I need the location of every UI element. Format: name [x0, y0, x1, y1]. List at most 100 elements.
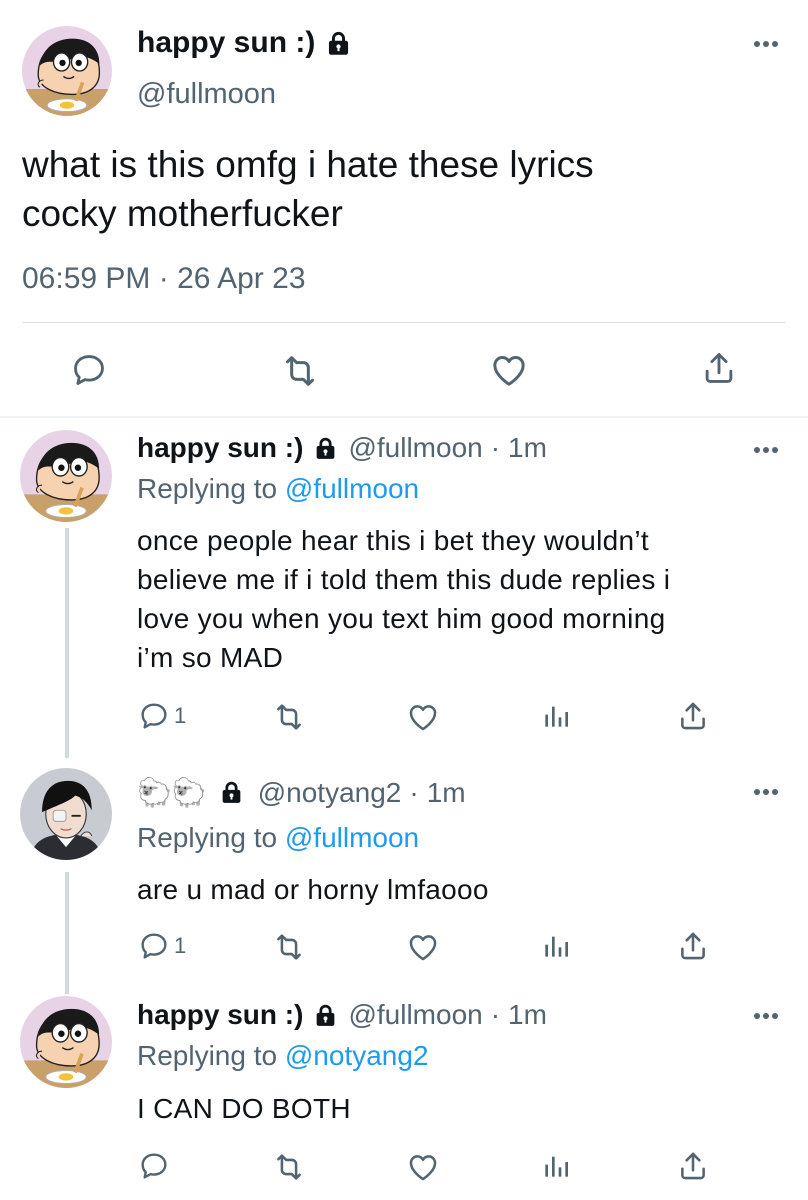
- share-icon: [676, 1149, 710, 1183]
- author-handle[interactable]: @fullmoon: [348, 999, 482, 1031]
- heart-icon: [406, 1150, 440, 1184]
- analytics-icon: [540, 700, 572, 732]
- avatar[interactable]: [20, 996, 112, 1088]
- reply-count: 1: [174, 703, 187, 728]
- retweet-icon: [280, 351, 320, 391]
- retweet-icon: [272, 1150, 306, 1184]
- reply-header: happy sun :) @fullmoon · 1m: [137, 432, 547, 464]
- replying-to: Replying to @fullmoon: [137, 473, 419, 505]
- share-button[interactable]: [676, 699, 710, 733]
- reply-text-line: i’m so MAD: [137, 642, 284, 673]
- avatar[interactable]: [20, 768, 112, 860]
- separator: [22, 322, 786, 323]
- reply-button[interactable]: 1: [138, 930, 186, 962]
- replying-to: Replying to @notyang2: [137, 1040, 429, 1072]
- share-icon: [676, 929, 710, 963]
- views-button[interactable]: [540, 1150, 572, 1182]
- reply-header: 🐑🐑 @notyang2 · 1m: [137, 776, 466, 809]
- avatar[interactable]: [20, 430, 112, 522]
- avatar[interactable]: [22, 26, 112, 116]
- retweet-button[interactable]: [272, 700, 306, 734]
- author-handle[interactable]: @fullmoon: [348, 432, 482, 464]
- timestamp[interactable]: 1m: [508, 999, 547, 1031]
- reply-text-line: are u mad or horny lmfaooo: [137, 874, 489, 905]
- reply-icon: [138, 700, 170, 732]
- retweet-icon: [272, 930, 306, 964]
- reply-tweet: 🐑🐑 @notyang2 · 1m Replying to @fullmoon …: [0, 760, 808, 980]
- separator-dot: ·: [490, 432, 501, 463]
- reply-button[interactable]: [70, 351, 108, 389]
- views-button[interactable]: [540, 700, 572, 732]
- author-name-row[interactable]: happy sun :): [137, 26, 352, 60]
- more-icon[interactable]: [753, 446, 779, 454]
- lock-icon: [219, 780, 244, 805]
- reply-tweet: happy sun :) @fullmoon · 1m Replying to …: [0, 984, 808, 1200]
- timestamp[interactable]: 1m: [427, 777, 466, 809]
- heart-icon: [489, 350, 529, 390]
- reply-text-line: believe me if i told them this dude repl…: [137, 564, 671, 595]
- views-button[interactable]: [540, 930, 572, 962]
- analytics-icon: [540, 1150, 572, 1182]
- more-icon[interactable]: [753, 1012, 779, 1020]
- reply-tweet: happy sun :) @fullmoon · 1m Replying to …: [0, 418, 808, 758]
- display-name[interactable]: happy sun :): [137, 26, 315, 60]
- lock-icon: [313, 1003, 338, 1028]
- like-button[interactable]: [406, 1150, 440, 1184]
- replying-to-link[interactable]: @fullmoon: [285, 822, 419, 853]
- display-name[interactable]: happy sun :): [137, 432, 303, 464]
- reply-text: once people hear this i bet they wouldn’…: [137, 521, 787, 677]
- reply-text: are u mad or horny lmfaooo: [137, 870, 787, 909]
- display-name[interactable]: happy sun :): [137, 999, 303, 1031]
- reply-text-line: love you when you text him good morning: [137, 603, 666, 634]
- tweet-timestamp[interactable]: 06:59 PM · 26 Apr 23: [22, 262, 306, 296]
- tweet-text-line: cocky motherfucker: [22, 193, 343, 234]
- reply-header: happy sun :) @fullmoon · 1m: [137, 999, 547, 1031]
- separator-dot: ·: [490, 999, 501, 1030]
- more-icon[interactable]: [753, 40, 779, 48]
- retweet-button[interactable]: [280, 351, 320, 391]
- reply-text-line: I CAN DO BOTH: [137, 1093, 351, 1124]
- replying-to: Replying to @fullmoon: [137, 822, 419, 854]
- replying-to-link[interactable]: @notyang2: [285, 1040, 429, 1071]
- more-icon[interactable]: [753, 788, 779, 796]
- tweet-actions: [0, 345, 808, 395]
- lock-icon: [313, 436, 338, 461]
- share-button[interactable]: [676, 1149, 710, 1183]
- share-button[interactable]: [700, 349, 738, 387]
- reply-button[interactable]: 1: [138, 700, 186, 732]
- analytics-icon: [540, 930, 572, 962]
- reply-actions: 1: [0, 698, 808, 738]
- heart-icon: [406, 700, 440, 734]
- reply-icon: [138, 930, 170, 962]
- reply-button[interactable]: [138, 1150, 170, 1182]
- reply-actions: [0, 1148, 808, 1188]
- like-button[interactable]: [406, 930, 440, 964]
- reply-text: I CAN DO BOTH: [137, 1089, 787, 1128]
- tweet-text: what is this omfg i hate these lyrics co…: [22, 140, 782, 238]
- replying-prefix: Replying to: [137, 1040, 285, 1071]
- lock-icon: [325, 30, 352, 57]
- retweet-button[interactable]: [272, 1150, 306, 1184]
- like-button[interactable]: [406, 700, 440, 734]
- tweet-text-line: what is this omfg i hate these lyrics: [22, 144, 594, 185]
- reply-actions: 1: [0, 928, 808, 968]
- retweet-button[interactable]: [272, 930, 306, 964]
- timestamp[interactable]: 1m: [508, 432, 547, 464]
- separator-dot: ·: [409, 776, 419, 808]
- replying-prefix: Replying to: [137, 822, 285, 853]
- retweet-icon: [272, 700, 306, 734]
- replying-prefix: Replying to: [137, 473, 285, 504]
- reply-count: 1: [174, 933, 187, 958]
- like-button[interactable]: [489, 350, 529, 390]
- author-handle[interactable]: @fullmoon: [137, 78, 276, 111]
- display-name[interactable]: 🐑🐑: [137, 776, 207, 809]
- author-handle[interactable]: @notyang2: [258, 777, 402, 809]
- share-button[interactable]: [676, 929, 710, 963]
- share-icon: [676, 699, 710, 733]
- reply-text-line: once people hear this i bet they wouldn’…: [137, 525, 649, 556]
- main-tweet: happy sun :) @fullmoon what is this omfg…: [0, 0, 808, 418]
- replying-to-link[interactable]: @fullmoon: [285, 473, 419, 504]
- heart-icon: [406, 930, 440, 964]
- reply-icon: [138, 1150, 170, 1182]
- share-icon: [700, 349, 738, 387]
